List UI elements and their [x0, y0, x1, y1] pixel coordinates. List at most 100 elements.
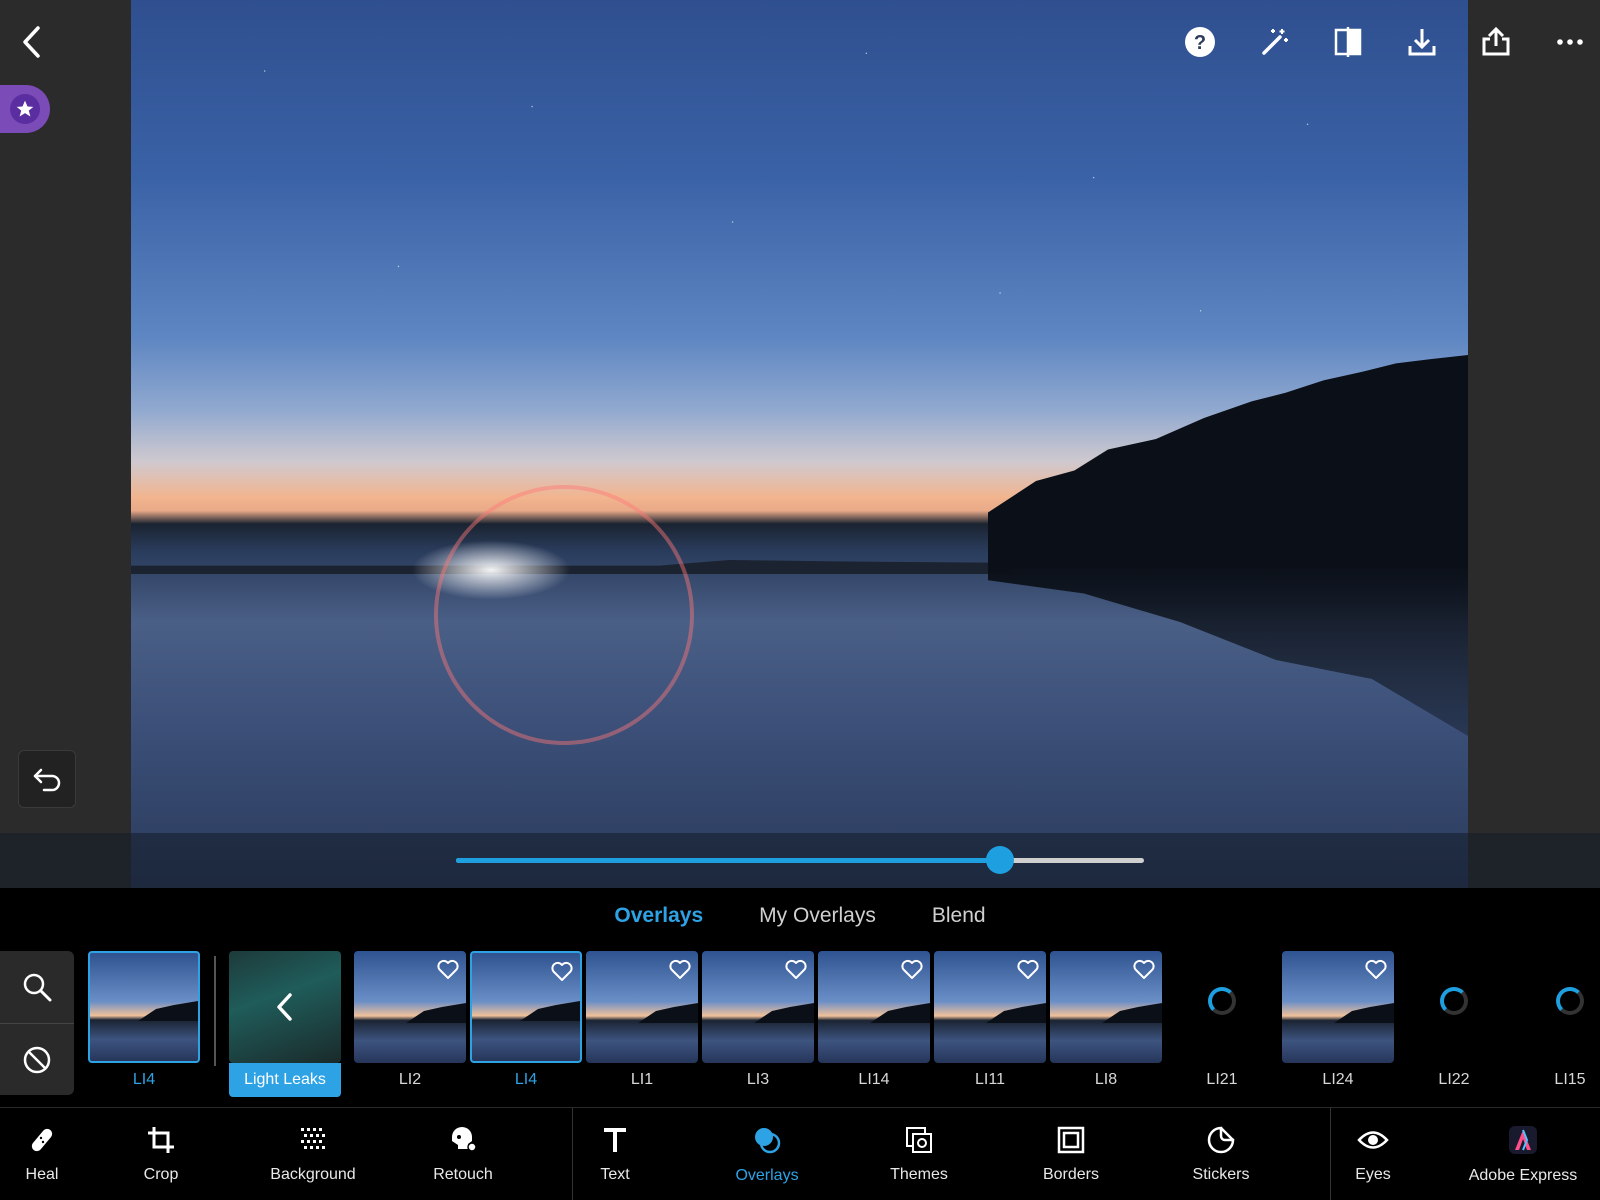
category-back-button[interactable]: [229, 951, 341, 1063]
svg-text:?: ?: [1194, 32, 1206, 54]
background-icon: [298, 1125, 328, 1160]
overlay-thumb-li8[interactable]: [1050, 951, 1162, 1063]
nav-overlays[interactable]: Overlays: [692, 1108, 842, 1200]
heart-icon[interactable]: [550, 959, 574, 983]
themes-icon: [904, 1125, 934, 1160]
heart-icon[interactable]: [668, 957, 692, 981]
heart-icon[interactable]: [1016, 957, 1040, 981]
current-overlay-thumb[interactable]: [88, 951, 200, 1063]
back-button[interactable]: [12, 22, 52, 62]
nav-separator: [1330, 1108, 1331, 1200]
thumb-treeline: [638, 1003, 698, 1023]
share-icon: [1482, 26, 1510, 56]
heart-icon[interactable]: [436, 957, 460, 981]
no-overlay-button[interactable]: [0, 1023, 74, 1095]
overlay-thumb-li2[interactable]: [354, 951, 466, 1063]
undo-icon: [33, 768, 61, 792]
adobe-express-icon: [1507, 1124, 1539, 1161]
loading-spinner: [1208, 987, 1236, 1015]
overlay-label-li21: LI21: [1206, 1071, 1238, 1088]
nav-themes[interactable]: Themes: [844, 1108, 994, 1200]
download-icon: [1408, 29, 1436, 56]
slider-thumb[interactable]: [985, 846, 1014, 874]
canvas-area: [0, 0, 1600, 888]
photo-canvas[interactable]: [131, 0, 1468, 888]
share-button[interactable]: [1476, 22, 1516, 62]
overlays-icon: [751, 1124, 783, 1161]
thumb-treeline: [520, 1001, 580, 1021]
nav-background[interactable]: Background: [238, 1108, 388, 1200]
heart-icon[interactable]: [900, 957, 924, 981]
opacity-slider[interactable]: [456, 846, 1144, 874]
overlay-thumb-li4[interactable]: [470, 951, 582, 1063]
nav-stickers[interactable]: Stickers: [1146, 1108, 1296, 1200]
nav-label: Adobe Express: [1468, 1167, 1578, 1184]
help-icon: ?: [1185, 27, 1215, 57]
heart-icon[interactable]: [1132, 957, 1156, 981]
category-label[interactable]: Light Leaks: [229, 1063, 341, 1097]
side-tools: [0, 951, 74, 1095]
crop-icon: [146, 1125, 176, 1160]
undo-button[interactable]: [18, 750, 76, 808]
nav-crop[interactable]: Crop: [86, 1108, 236, 1200]
auto-fix-button[interactable]: [1254, 22, 1294, 62]
nav-label: Background: [270, 1166, 356, 1183]
bandage-icon: [27, 1125, 57, 1160]
nav-borders[interactable]: Borders: [996, 1108, 1146, 1200]
tab-blend[interactable]: Blend: [932, 904, 986, 928]
current-overlay-label: LI4: [132, 1071, 156, 1088]
nav-label: Text: [600, 1166, 630, 1183]
thumb-treeline: [754, 1003, 814, 1023]
thumb-treeline: [138, 1001, 198, 1021]
overlay-thumb-li24[interactable]: [1282, 951, 1394, 1063]
tab-overlays[interactable]: Overlays: [614, 904, 703, 928]
thumb-treeline: [1102, 1003, 1162, 1023]
compare-icon: [1334, 27, 1362, 57]
search-button[interactable]: [0, 951, 74, 1023]
nav-label: Overlays: [735, 1167, 799, 1184]
overlay-label-li3: LI3: [746, 1071, 770, 1088]
overlay-label-li4: LI4: [514, 1071, 538, 1088]
overlay-label-li1: LI1: [630, 1071, 654, 1088]
eye-icon: [1357, 1125, 1389, 1160]
star-icon: [16, 100, 34, 117]
overlay-label-li24: LI24: [1322, 1071, 1354, 1088]
overlay-thumb-li14[interactable]: [818, 951, 930, 1063]
thumb-treeline: [1334, 1003, 1394, 1023]
more-button[interactable]: [1550, 22, 1590, 62]
overlay-tabs: Overlays My Overlays Blend: [0, 888, 1600, 944]
premium-button[interactable]: [0, 85, 50, 133]
slider-fill: [456, 858, 1000, 863]
heart-icon[interactable]: [1364, 957, 1388, 981]
tab-my-overlays[interactable]: My Overlays: [759, 904, 876, 928]
thumb-treeline: [406, 1003, 466, 1023]
heart-icon[interactable]: [784, 957, 808, 981]
retouch-icon: [448, 1125, 478, 1160]
search-icon: [23, 973, 52, 1002]
nav-label: Eyes: [1355, 1166, 1391, 1183]
nav-separator: [572, 1108, 573, 1200]
overlay-thumb-li11[interactable]: [934, 951, 1046, 1063]
overlay-label-li11: LI11: [975, 1071, 1005, 1088]
help-button[interactable]: ?: [1180, 22, 1220, 62]
more-icon: [1557, 39, 1583, 45]
light-leak-ring: [434, 485, 694, 745]
strip-divider: [214, 956, 216, 1066]
nav-label: Crop: [143, 1166, 179, 1183]
nav-label: Stickers: [1192, 1166, 1250, 1183]
text-icon: [600, 1125, 630, 1160]
nav-adobe-express[interactable]: Adobe Express: [1448, 1108, 1598, 1200]
auto-fix-icon: [1262, 29, 1288, 55]
nav-text[interactable]: Text: [540, 1108, 690, 1200]
nav-eyes[interactable]: Eyes: [1298, 1108, 1448, 1200]
overlay-label-li14: LI14: [858, 1071, 890, 1088]
overlay-thumbnail-strip: LI4 Light Leaks LI2 LI4 LI1 LI3 LI14 LI11 LI8 L…: [86, 951, 1600, 1097]
overlay-thumb-li1[interactable]: [586, 951, 698, 1063]
overlay-label-li22: LI22: [1438, 1071, 1470, 1088]
download-button[interactable]: [1402, 22, 1442, 62]
none-icon: [23, 1046, 51, 1073]
premium-badge-circle: [10, 94, 40, 124]
compare-button[interactable]: [1328, 22, 1368, 62]
nav-retouch[interactable]: Retouch: [388, 1108, 538, 1200]
overlay-thumb-li3[interactable]: [702, 951, 814, 1063]
